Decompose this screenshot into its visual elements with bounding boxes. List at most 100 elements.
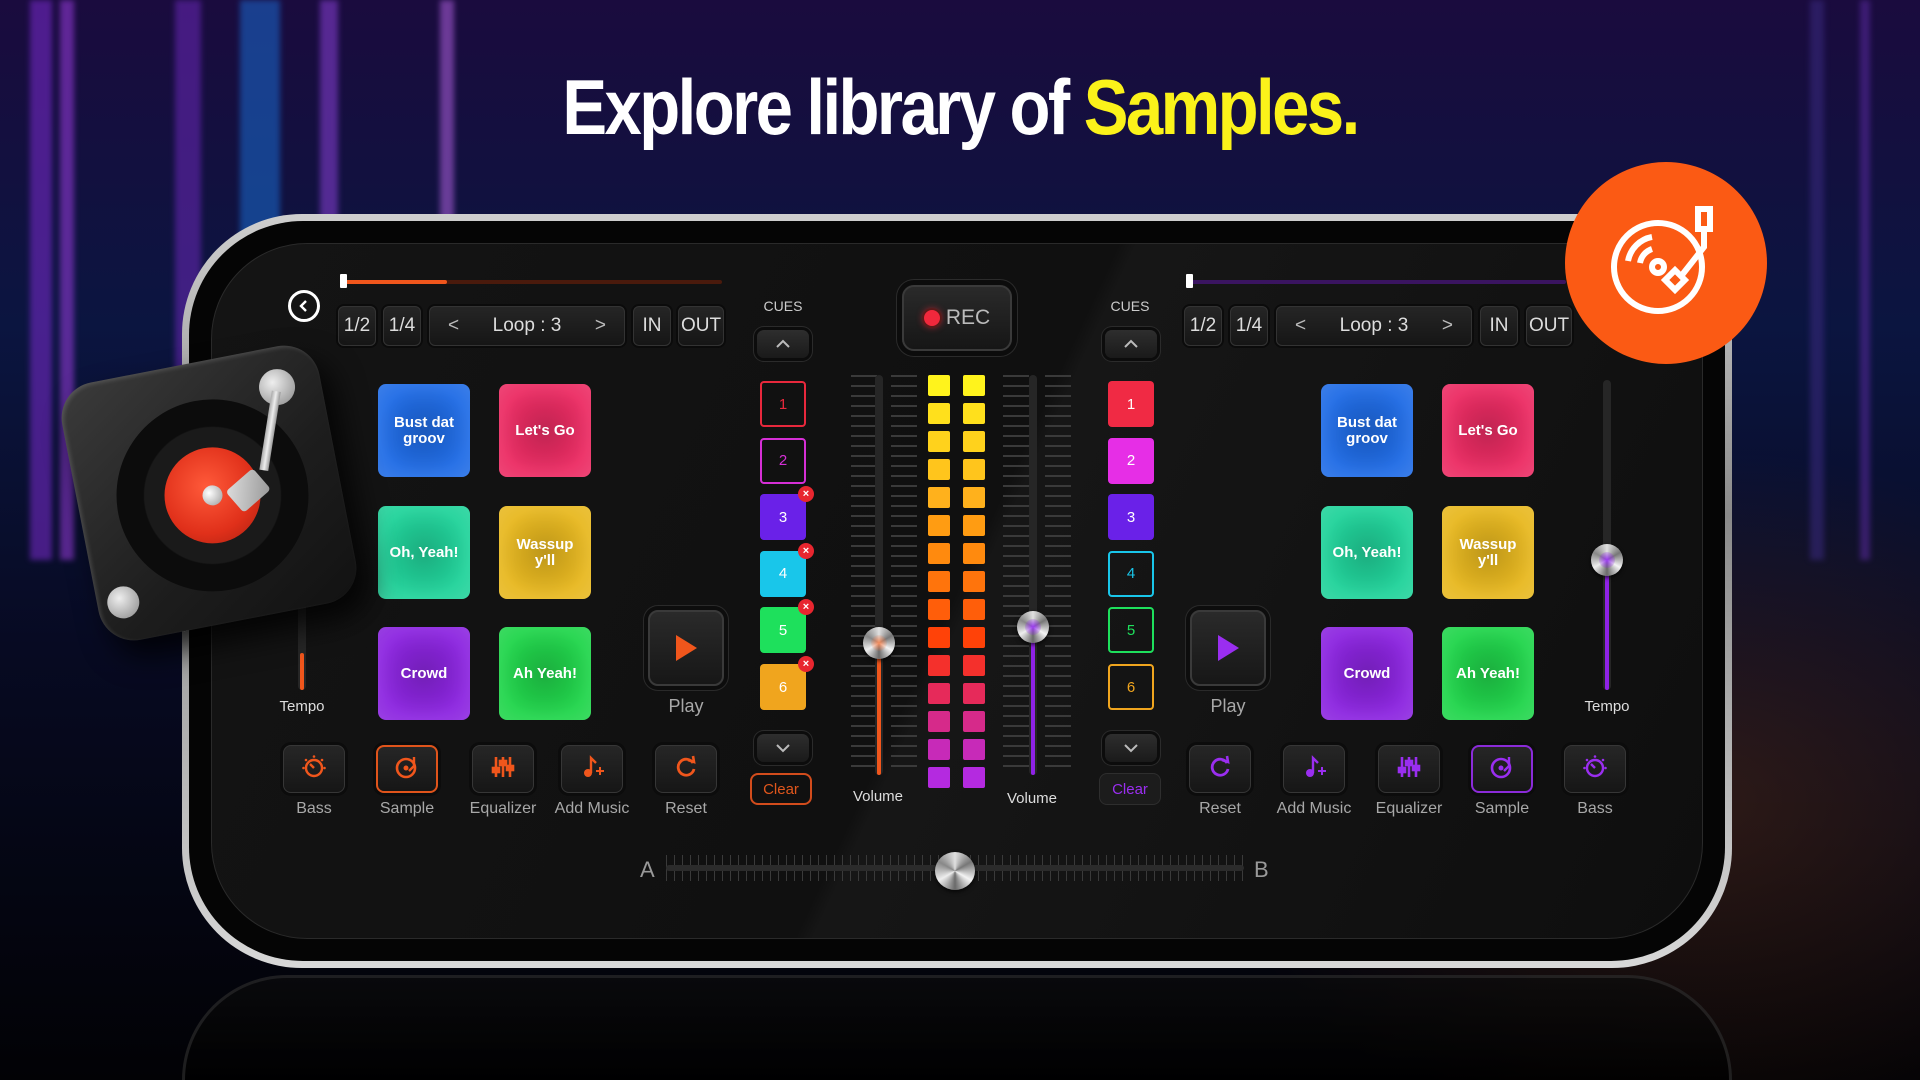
deck-a-equalizer-button[interactable] (472, 745, 534, 793)
deck-b-pad[interactable]: Ah Yeah! (1442, 627, 1534, 720)
deck-a-cue-button[interactable]: 4 × (760, 542, 814, 597)
deck-b-volume-slider[interactable] (1029, 375, 1037, 775)
deck-a-pad-label: Wassup y'll (516, 535, 574, 569)
deck-a-loop-prev[interactable]: < (448, 315, 459, 337)
deck-b-cue-button[interactable]: 5 (1108, 607, 1154, 654)
deck-b-cue-button[interactable]: 3 (1108, 494, 1154, 541)
deck-a-cue-button[interactable]: 1 (760, 381, 806, 427)
record-dot-icon (923, 310, 940, 326)
deck-b-cues-down-button[interactable] (1105, 734, 1157, 762)
deck-b-play-button[interactable] (1190, 610, 1266, 686)
play-icon (1218, 635, 1239, 661)
deck-b-equalizer-button[interactable] (1378, 745, 1440, 793)
bass-knob-icon (1582, 754, 1608, 785)
deck-b-add-music-button[interactable] (1283, 745, 1345, 793)
deck-a-add-music-button[interactable] (561, 745, 623, 793)
deck-b-half-button[interactable]: 1/2 (1184, 306, 1222, 346)
remove-cue-icon[interactable]: × (798, 656, 814, 672)
deck-a-pad[interactable]: Oh, Yeah! (378, 506, 470, 599)
deck-a-cues-down-button[interactable] (757, 734, 809, 762)
deck-b-tempo-knob[interactable] (1591, 543, 1623, 576)
deck-a-quarter-button[interactable]: 1/4 (383, 306, 421, 346)
remove-cue-icon[interactable]: × (798, 599, 814, 616)
deck-b-cue-button[interactable]: 4 (1108, 550, 1154, 597)
deck-a-half-button[interactable]: 1/2 (338, 306, 376, 346)
deck-a-cue-button[interactable]: 2 (760, 437, 806, 484)
deck-a-in-button[interactable]: IN (633, 306, 671, 346)
deck-a-play-button[interactable] (648, 610, 724, 686)
deck-a-pad[interactable]: Wassup y'll (499, 506, 591, 599)
deck-a-clear-button[interactable]: Clear (750, 773, 812, 805)
deck-b-loop-prev[interactable]: < (1295, 315, 1306, 337)
deck-b-pad[interactable]: Crowd (1321, 627, 1413, 720)
deck-b-reset-button[interactable] (1189, 745, 1251, 793)
deck-b-pad-label: Crowd (1343, 664, 1391, 682)
deck-b-pad[interactable]: Let's Go (1442, 384, 1534, 477)
back-button[interactable] (288, 290, 320, 322)
deck-a-cue-button[interactable]: 3 × (760, 486, 814, 541)
deck-b-equalizer-label: Equalizer (1375, 800, 1443, 817)
deck-a-bass-button[interactable] (283, 745, 345, 793)
deck-b-cue-button[interactable]: 1 (1108, 381, 1154, 427)
deck-a-cues-up-button[interactable] (757, 330, 809, 358)
deck-a-progress[interactable] (340, 274, 722, 288)
deck-a-pad[interactable]: Ah Yeah! (499, 627, 591, 720)
meter-cell-right (963, 431, 985, 452)
deck-a-volume-knob[interactable] (863, 627, 895, 659)
deck-a-reset-button[interactable] (655, 745, 717, 793)
deck-b-quarter-button[interactable]: 1/4 (1230, 306, 1268, 346)
meter-cell-left (928, 431, 950, 452)
deck-b-cue-button[interactable]: 6 (1108, 664, 1154, 710)
remove-cue-icon[interactable]: × (798, 542, 814, 559)
deck-b-pad[interactable]: Wassup y'll (1442, 506, 1534, 599)
deck-b-pad[interactable]: Bust dat groov (1321, 384, 1413, 477)
deck-a-pad[interactable]: Bust dat groov (378, 384, 470, 477)
deck-a-pad-label: Bust dat groov (394, 413, 454, 447)
deck-b-play-label: Play (1210, 696, 1246, 716)
deck-b-volume-knob[interactable] (1017, 611, 1049, 643)
deck-b-cue-number: 6 (1126, 678, 1136, 696)
deck-a-cue-button[interactable]: 5 × (760, 599, 814, 654)
meter-cell-left (928, 571, 950, 592)
meter-cell-left (928, 515, 950, 536)
deck-b-out-button[interactable]: OUT (1526, 306, 1572, 346)
deck-b-loop-next[interactable]: > (1442, 315, 1453, 337)
deck-b-in-button[interactable]: IN (1480, 306, 1518, 346)
remove-cue-icon[interactable]: × (798, 486, 814, 503)
deck-a-play-label: Play (668, 696, 704, 716)
deck-b-tempo-slider[interactable] (1603, 380, 1611, 690)
deck-a-loop-next[interactable]: > (595, 315, 606, 337)
deck-b-cue-button[interactable]: 2 (1108, 437, 1154, 484)
deck-a-pad[interactable]: Crowd (378, 627, 470, 720)
deck-a-bass-label: Bass (296, 800, 332, 817)
deck-b-loop-control: < Loop : 3 > (1276, 306, 1472, 346)
deck-b-progress[interactable] (1186, 274, 1566, 288)
deck-a-loop-label: Loop : 3 (492, 315, 562, 336)
deck-b-pad-label: Oh, Yeah! (1332, 543, 1402, 561)
deck-b-volume-scale (1003, 375, 1029, 775)
deck-b-clear-button[interactable]: Clear (1099, 773, 1161, 805)
deck-a-out-button[interactable]: OUT (678, 306, 724, 346)
deck-a-tempo-fill (300, 652, 304, 690)
deck-a-pad-label: Oh, Yeah! (389, 543, 459, 561)
turntable-icon (1611, 206, 1713, 314)
deck-b-bass-button[interactable] (1564, 745, 1626, 793)
rec-label: REC (945, 306, 991, 329)
deck-b-cues-up-button[interactable] (1105, 330, 1157, 358)
deck-a-cue-button[interactable]: 6 × (760, 656, 814, 710)
crossfader-knob[interactable] (935, 852, 975, 890)
play-icon (676, 635, 697, 661)
deck-b-tempo-fill (1605, 559, 1609, 690)
reset-icon (1207, 754, 1233, 785)
deck-a-progress-thumb[interactable] (340, 274, 347, 288)
deck-a-sample-button[interactable] (376, 745, 438, 793)
deck-a-pad[interactable]: Let's Go (499, 384, 591, 477)
deck-b-sample-button[interactable] (1471, 745, 1533, 793)
deck-a-sample-label: Sample (379, 800, 435, 817)
deck-a-cue-number: 1 (778, 395, 788, 413)
deck-b-pad[interactable]: Oh, Yeah! (1321, 506, 1413, 599)
rec-button[interactable]: REC (902, 285, 1012, 351)
equalizer-icon (490, 754, 516, 785)
deck-b-progress-thumb[interactable] (1186, 274, 1193, 288)
deck-a-volume-slider[interactable] (875, 375, 883, 775)
